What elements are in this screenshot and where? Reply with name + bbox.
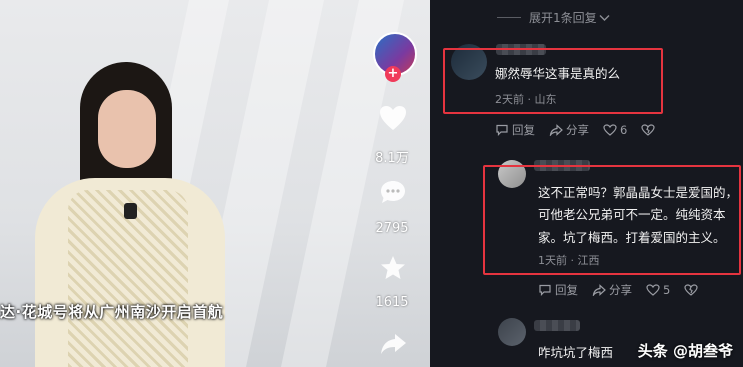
highlight-box [483,165,741,275]
reply-button[interactable]: 回复 [538,282,578,298]
like-count: 8.1万 [375,151,409,166]
favorite-count: 1615 [375,295,409,310]
comment-icon[interactable] [378,178,408,206]
like-button[interactable]: 6 [603,123,627,137]
share-icon [549,124,563,136]
lavalier-mic [124,203,137,219]
like-button[interactable]: 5 [646,283,670,297]
like-count: 6 [620,123,628,137]
share-label: 分享 [566,123,589,137]
reply-icon [539,284,551,296]
expand-replies-label: 展开1条回复 [529,11,597,25]
reply-button[interactable]: 回复 [495,122,535,138]
heart-outline-icon [603,124,617,136]
video-player[interactable]: 达·花城号将从广州南沙开启首航 + 8.1万 2795 1615 [0,0,430,367]
plus-icon[interactable]: + [385,66,401,82]
comment-count: 2795 [375,221,409,236]
reply-label: 回复 [555,283,578,297]
broken-heart-icon [641,124,655,136]
presenter-face [98,90,156,168]
video-subtitle: 达·花城号将从广州南沙开启首航 [0,303,224,321]
share-label: 分享 [609,283,632,297]
heart-outline-icon [646,284,660,296]
comments-panel[interactable]: 展开1条回复 娜然辱华这事是真的么 2天前 · 山东 回复 分享 6 这不正常吗… [430,0,743,367]
broken-heart-icon [684,284,698,296]
comment-actions: 回复 分享 6 [495,122,672,138]
dislike-button[interactable] [684,284,701,296]
commenter-avatar[interactable] [498,318,526,346]
watermark: 头条 @胡叁爷 [637,342,733,360]
commenter-name-blurred[interactable] [534,320,580,331]
star-icon[interactable] [378,254,408,282]
share-icon [592,284,606,296]
share-arrow-icon[interactable] [378,330,408,358]
reply-icon [496,124,508,136]
share-button[interactable]: 分享 [592,282,632,298]
expand-replies-button[interactable]: 展开1条回复 [497,9,697,26]
comment-text: 咋坑坑了梅西 [538,345,614,360]
dislike-button[interactable] [641,124,658,136]
highlight-box [443,48,663,114]
heart-icon[interactable] [378,104,408,132]
divider [497,17,521,18]
reply-label: 回复 [512,123,535,137]
comment-actions: 回复 分享 5 [538,282,715,298]
share-button[interactable]: 分享 [549,122,589,138]
like-count: 5 [663,283,671,297]
chevron-down-icon [599,14,610,21]
